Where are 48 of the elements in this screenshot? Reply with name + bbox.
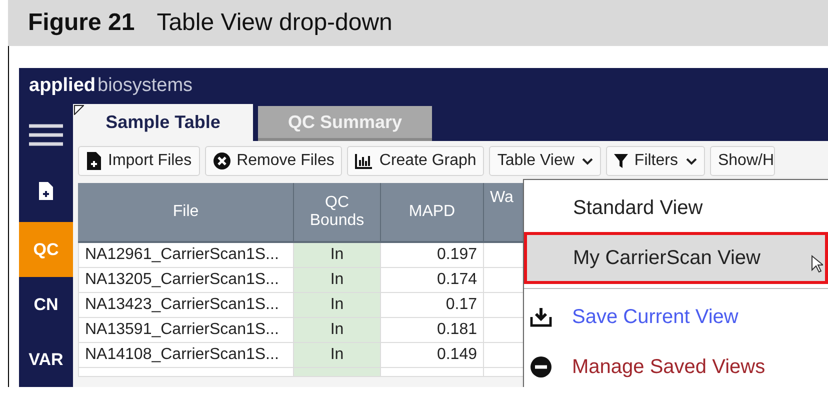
table-cell: 0.17 [380, 292, 484, 318]
toolbar-button[interactable]: Show/H [710, 146, 776, 176]
figure-number: Figure 21 [28, 9, 135, 37]
table-cell: 0.149 [380, 342, 484, 368]
bar-chart-icon [355, 153, 374, 169]
import-button[interactable] [36, 179, 56, 203]
table-cell: NA13423_CarrierScan1S... [78, 292, 294, 318]
mouse-pointer-icon [811, 255, 823, 273]
toolbar-button[interactable]: Create Graph [347, 146, 484, 176]
caret-icon [686, 158, 697, 164]
toolbar-button[interactable]: Filters [606, 146, 705, 176]
table-cell: In [294, 318, 380, 342]
table-cell: In [294, 268, 380, 292]
table-cell: NA13205_CarrierScan1S... [78, 268, 294, 292]
table-cell: 0.174 [380, 268, 484, 292]
menu-icon [29, 123, 63, 147]
column-header[interactable]: File [78, 183, 294, 242]
menu-item[interactable]: My CarrierScan View [524, 232, 828, 284]
download-tray-icon [530, 307, 552, 327]
sidebar-item[interactable]: VAR [19, 332, 73, 387]
toolbar-button[interactable]: Remove Files [204, 146, 342, 176]
sidebar-item[interactable]: CN [19, 277, 73, 332]
table-cell: NA12961_CarrierScan1S... [78, 242, 294, 268]
minus-circle-icon [530, 356, 552, 378]
caret-icon [582, 158, 594, 164]
table-cell: In [294, 242, 380, 268]
close-circle-icon [212, 152, 231, 170]
file-plus-icon [38, 181, 54, 201]
file-plus-icon [86, 151, 102, 171]
column-header[interactable]: MAPD [380, 183, 484, 242]
column-header[interactable]: QC Bounds [294, 183, 380, 242]
menu-item[interactable]: Save Current View [524, 292, 828, 342]
table-cell: In [294, 342, 380, 368]
menu-item[interactable]: Standard View [524, 185, 828, 232]
table-cell: 0.197 [380, 242, 484, 268]
menu-button[interactable] [29, 123, 63, 147]
menu-item[interactable]: Manage Saved Views [524, 342, 828, 387]
table-cell: 0.181 [380, 318, 484, 342]
table-cell: NA14108_CarrierScan1S... [78, 342, 294, 368]
table-cell: In [294, 292, 380, 318]
toolbar-button[interactable]: Table View [489, 146, 602, 176]
tab[interactable]: Sample Table [73, 104, 253, 141]
filter-icon [614, 153, 628, 169]
figure-caption: Table View drop-down [156, 9, 392, 37]
logo: applied biosystems [29, 75, 193, 97]
corner-triangle-icon [74, 105, 84, 115]
toolbar-button[interactable]: Import Files [78, 146, 200, 176]
table-cell: NA13591_CarrierScan1S... [78, 318, 294, 342]
